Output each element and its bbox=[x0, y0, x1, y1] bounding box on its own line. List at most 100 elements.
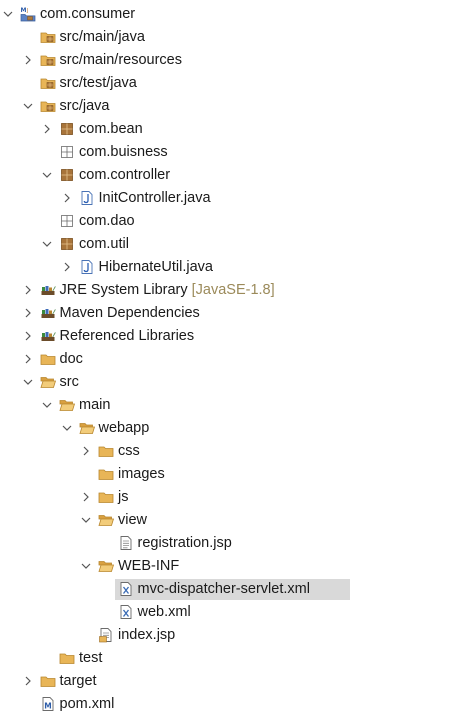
tree-item-index-jsp[interactable]: index.jsp bbox=[0, 624, 465, 647]
java-file-icon bbox=[79, 259, 96, 276]
source-folder-icon bbox=[40, 29, 57, 46]
package-empty-icon bbox=[59, 144, 76, 161]
chevron-down-icon[interactable] bbox=[1, 7, 15, 21]
tree-item-text: com.dao bbox=[79, 213, 135, 229]
tree-item-text: web.xml bbox=[137, 604, 191, 620]
tree-item-label: doc bbox=[60, 351, 83, 368]
tree-item-label: registration.jsp bbox=[138, 535, 232, 552]
chevron-right-icon[interactable] bbox=[21, 329, 35, 343]
chevron-down-icon[interactable] bbox=[79, 513, 93, 527]
tree-item-web-inf[interactable]: WEB-INF bbox=[0, 555, 465, 578]
folder-icon bbox=[40, 351, 57, 368]
tree-item-maven-dependencies[interactable]: Maven Dependencies bbox=[0, 302, 465, 325]
chevron-right-icon[interactable] bbox=[79, 444, 93, 458]
package-empty-icon bbox=[59, 213, 76, 230]
tree-item-test[interactable]: test bbox=[0, 647, 465, 670]
tree-item-referenced-libraries[interactable]: Referenced Libraries bbox=[0, 325, 465, 348]
svg-text:M: M bbox=[44, 701, 51, 710]
maven-project-icon: MJ bbox=[20, 6, 37, 23]
chevron-right-icon[interactable] bbox=[60, 191, 74, 205]
tree-item-text: mvc-dispatcher-servlet.xml bbox=[137, 581, 310, 597]
chevron-down-icon[interactable] bbox=[79, 559, 93, 573]
java-file-icon bbox=[79, 190, 96, 207]
tree-item-registration-jsp[interactable]: registration.jsp bbox=[0, 532, 465, 555]
package-icon bbox=[59, 236, 76, 253]
tree-item-com-dao[interactable]: com.dao bbox=[0, 210, 465, 233]
chevron-down-icon[interactable] bbox=[40, 398, 54, 412]
tree-item-webapp[interactable]: webapp bbox=[0, 417, 465, 440]
tree-item-text: Referenced Libraries bbox=[59, 328, 195, 344]
tree-item-label: web.xml bbox=[138, 604, 191, 621]
svg-text:M: M bbox=[21, 7, 27, 14]
tree-item-src-java[interactable]: src/java bbox=[0, 95, 465, 118]
tree-item-com-bean[interactable]: com.bean bbox=[0, 118, 465, 141]
chevron-down-icon[interactable] bbox=[21, 99, 35, 113]
tree-item-text: com.bean bbox=[79, 121, 143, 137]
tree-item-com-buisness[interactable]: com.buisness bbox=[0, 141, 465, 164]
tree-item-initcontroller-java[interactable]: InitController.java bbox=[0, 187, 465, 210]
tree-item-text: registration.jsp bbox=[137, 535, 232, 551]
tree-item-text: src/test/java bbox=[59, 75, 137, 91]
chevron-down-icon[interactable] bbox=[40, 237, 54, 251]
tree-item-label: src/main/java bbox=[60, 29, 145, 46]
library-icon bbox=[40, 328, 57, 345]
tree-item-mvc-dispatcher-servlet-xml[interactable]: mvc-dispatcher-servlet.xml bbox=[0, 578, 465, 601]
tree-item-target[interactable]: target bbox=[0, 670, 465, 693]
tree-item-text: HibernateUtil.java bbox=[98, 259, 213, 275]
tree-item-label: src/test/java bbox=[60, 75, 137, 92]
folder-open-icon bbox=[98, 512, 115, 529]
chevron-down-icon[interactable] bbox=[40, 168, 54, 182]
tree-item-web-xml[interactable]: web.xml bbox=[0, 601, 465, 624]
chevron-down-icon[interactable] bbox=[21, 375, 35, 389]
tree-item-css[interactable]: css bbox=[0, 440, 465, 463]
tree-item-text: com.controller bbox=[79, 167, 171, 183]
tree-item-main[interactable]: main bbox=[0, 394, 465, 417]
tree-item-label: com.controller bbox=[79, 167, 170, 184]
tree-item-doc[interactable]: doc bbox=[0, 348, 465, 371]
library-icon bbox=[40, 305, 57, 322]
tree-item-images[interactable]: images bbox=[0, 463, 465, 486]
tree-item-hibernateutil-java[interactable]: HibernateUtil.java bbox=[0, 256, 465, 279]
folder-open-icon bbox=[78, 420, 96, 437]
tree-item-pom-xml[interactable]: Mpom.xml bbox=[0, 693, 465, 716]
tree-item-label: css bbox=[118, 443, 140, 460]
chevron-right-icon[interactable] bbox=[21, 352, 35, 366]
tree-item-text: main bbox=[79, 397, 111, 413]
tree-item-js[interactable]: js bbox=[0, 486, 465, 509]
tree-item-label: HibernateUtil.java bbox=[99, 259, 213, 276]
tree-item-com-controller[interactable]: com.controller bbox=[0, 164, 465, 187]
tree-item-text: css bbox=[118, 443, 140, 459]
tree-item-jre-system-library[interactable]: JRE System Library [JavaSE-1.8] bbox=[0, 279, 465, 302]
chevron-right-icon[interactable] bbox=[21, 674, 35, 688]
jsp-file-icon bbox=[98, 627, 115, 644]
tree-item-com-consumer[interactable]: M Jcom.consumer bbox=[0, 3, 465, 26]
tree-item-text: JRE System Library bbox=[59, 282, 188, 298]
library-version-decoration: [JavaSE-1.8] bbox=[191, 282, 275, 298]
chevron-right-icon[interactable] bbox=[21, 306, 35, 320]
tree-item-label: com.buisness bbox=[79, 144, 168, 161]
chevron-right-icon[interactable] bbox=[21, 53, 35, 67]
tree-item-text: view bbox=[118, 512, 148, 528]
folder-open-icon bbox=[98, 558, 115, 575]
chevron-right-icon[interactable] bbox=[40, 122, 54, 136]
chevron-down-icon[interactable] bbox=[60, 421, 74, 435]
tree-item-src-test-java[interactable]: src/test/java bbox=[0, 72, 465, 95]
folder-icon bbox=[98, 443, 115, 460]
tree-item-src[interactable]: src bbox=[0, 371, 465, 394]
tree-item-src-main-java[interactable]: src/main/java bbox=[0, 26, 465, 49]
tree-item-label: InitController.java bbox=[99, 190, 211, 207]
tree-item-label: webapp bbox=[99, 420, 150, 437]
tree-item-view[interactable]: view bbox=[0, 509, 465, 532]
package-icon bbox=[59, 121, 76, 138]
tree-item-text: InitController.java bbox=[98, 190, 211, 206]
chevron-right-icon[interactable] bbox=[21, 283, 35, 297]
source-folder-icon bbox=[40, 98, 57, 115]
tree-item-text: doc bbox=[59, 351, 83, 367]
tree-item-label: mvc-dispatcher-servlet.xml bbox=[138, 581, 310, 598]
tree-item-src-main-resources[interactable]: src/main/resources bbox=[0, 49, 465, 72]
chevron-right-icon[interactable] bbox=[60, 260, 74, 274]
tree-item-text: src/java bbox=[59, 98, 110, 114]
tree-item-label: com.bean bbox=[79, 121, 143, 138]
tree-item-com-util[interactable]: com.util bbox=[0, 233, 465, 256]
chevron-right-icon[interactable] bbox=[79, 490, 93, 504]
